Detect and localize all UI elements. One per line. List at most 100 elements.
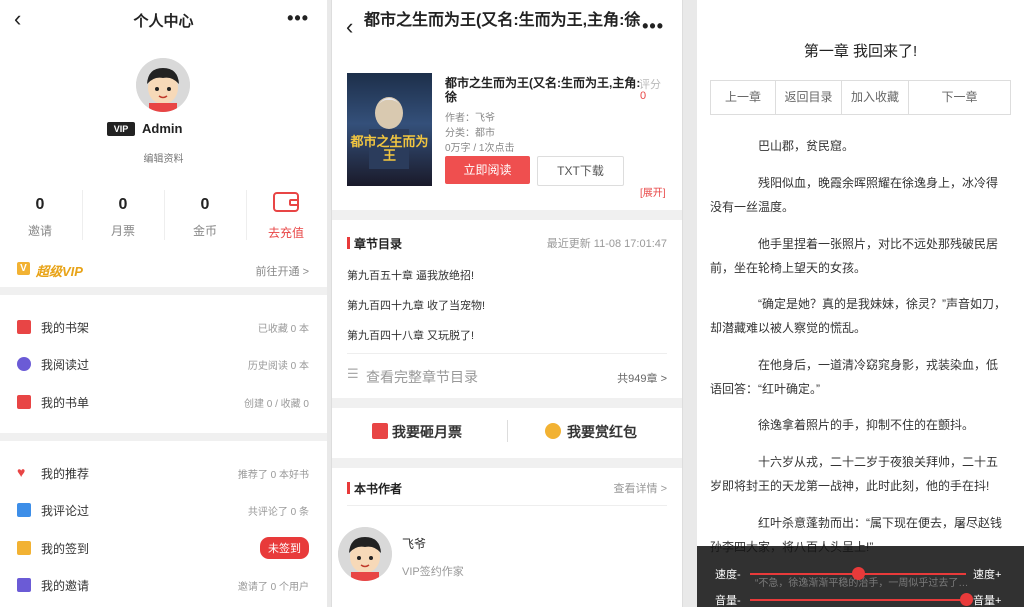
category-line: 分类：都市: [445, 128, 495, 139]
menu-value: 创建 0 / 收藏 0: [243, 399, 309, 410]
expand-link[interactable]: [展开]: [640, 184, 666, 199]
menu-label: 我的书单: [41, 396, 90, 410]
edit-profile-link[interactable]: 编辑资料: [0, 150, 327, 165]
recharge-label: 去充值: [267, 226, 304, 240]
speed-plus-button[interactable]: 速度+: [973, 566, 1001, 582]
divider: [347, 353, 667, 354]
divider: [507, 420, 508, 442]
rating-value: 0: [640, 90, 647, 102]
menu-invites[interactable]: 我的邀请 邀请了 0 个用户: [0, 566, 327, 604]
not-signed-badge[interactable]: 未签到: [260, 537, 309, 559]
menu-value: 历史阅读 0 本: [247, 361, 309, 372]
coin-icon: [545, 423, 561, 439]
back-to-toc-button[interactable]: 返回目录: [775, 80, 842, 115]
invite-count: 0: [35, 196, 45, 213]
chapter-paragraph: “确定是她？真的是我妹妹，徐灵？”声音如刀，却潜藏难以被人察觉的慌乱。: [710, 297, 1006, 335]
chapter-link[interactable]: 第九百四十九章 收了当宠物!: [347, 297, 485, 313]
vip-crown-icon: V: [17, 262, 30, 275]
invite-label: 邀请: [27, 224, 52, 238]
vip-tag: VIP: [107, 122, 135, 136]
book-cover[interactable]: 都市之生而为王: [347, 73, 432, 186]
chapter-link[interactable]: 第九百四十八章 又玩脱了!: [347, 327, 474, 343]
volume-minus-button[interactable]: 音量-: [715, 592, 741, 607]
heart-icon: ♥: [17, 464, 26, 480]
chapter-paragraph: 在他身后，一道清冷窈窕身影，戎装染血，低语回答：“红叶确定。”: [710, 358, 999, 396]
calendar-check-icon: [17, 541, 31, 555]
recharge-button[interactable]: 去充值: [247, 192, 325, 241]
section-marker: [347, 237, 350, 249]
volume-slider-knob[interactable]: [960, 593, 973, 606]
back-icon[interactable]: ‹: [346, 14, 353, 40]
chapter-paragraph: 他手里捏着一张照片，对比不远处那残破民居前，坐在轮椅上望天的女孩。: [710, 237, 999, 275]
gold-label: 金币: [192, 224, 217, 238]
last-updated: 最近更新 11-08 17:01:47: [546, 238, 667, 250]
volume-slider-track[interactable]: [750, 599, 966, 601]
gold-count: 0: [200, 196, 210, 213]
add-favorite-button[interactable]: 加入收藏: [841, 80, 909, 115]
page-title: 个人中心: [133, 13, 194, 30]
menu-signin[interactable]: 我的签到 未签到: [0, 529, 327, 567]
avatar[interactable]: [136, 58, 190, 112]
reward-button[interactable]: 我要赏红包: [567, 422, 637, 442]
chapter-link[interactable]: 第九百五十章 逼我放绝招!: [347, 267, 474, 283]
book-detail-panel: ‹ 都市之生而为王(又名:生而为王,主角:徐 ••• 都市之生而为王 都市之生而…: [331, 0, 683, 607]
menu-label: 我的签到: [41, 542, 90, 556]
clock-icon: [17, 357, 31, 371]
chapter-paragraph: 十六岁从戎，二十二岁于夜狼关拜帅，二十五岁即将封王的天龙第一战神，此时此刻，他的…: [710, 455, 999, 493]
author-details-link[interactable]: 查看详情 >: [614, 480, 667, 496]
stat-monthly-ticket[interactable]: 0 月票: [83, 196, 163, 239]
chapter-paragraph: 残阳似血，晚霞余晖照耀在徐逸身上，冰冷得没有一丝温度。: [710, 176, 999, 214]
stat-invite[interactable]: 0 邀请: [0, 196, 80, 239]
stat-gold[interactable]: 0 金币: [165, 196, 245, 239]
menu-label: 我评论过: [41, 504, 90, 518]
comment-icon: [17, 503, 31, 517]
read-now-button[interactable]: 立即阅读: [445, 156, 530, 184]
list-icon: ☰: [347, 366, 359, 381]
super-vip-label: 超级VIP: [36, 264, 83, 279]
speed-slider-knob[interactable]: [852, 567, 865, 580]
section-marker: [347, 482, 350, 494]
reader-panel: 第一章 我回来了! 上一章 返回目录 加入收藏 下一章 巴山郡，贫民窟。 残阳似…: [697, 0, 1024, 607]
tts-control-bar: “不急，徐逸渐渐平稳的治手，一周似乎过去了… 速度- 速度+ 音量- 音量+: [697, 546, 1024, 607]
chapter-count[interactable]: 共949章 >: [617, 370, 667, 386]
cover-title: 都市之生而为王: [350, 134, 429, 163]
full-toc-link[interactable]: 查看完整章节目录: [366, 367, 478, 387]
author-avatar[interactable]: [338, 527, 392, 581]
menu-label: 我阅读过: [41, 358, 90, 372]
vote-ticket-button[interactable]: 我要砸月票: [392, 422, 462, 442]
menu-history[interactable]: 我阅读过 历史阅读 0 本: [0, 345, 327, 383]
author-name[interactable]: 飞爷: [402, 535, 426, 552]
more-icon[interactable]: •••: [287, 8, 309, 29]
menu-value: 已收藏 0 本: [257, 324, 309, 335]
author-section-title: 本书作者: [354, 482, 403, 496]
ticket-label: 月票: [110, 224, 135, 238]
book-header-title: 都市之生而为王(又名:生而为王,主角:徐: [364, 12, 641, 29]
more-icon[interactable]: •••: [642, 16, 664, 37]
prev-chapter-button[interactable]: 上一章: [710, 80, 776, 115]
volume-plus-button[interactable]: 音量+: [973, 592, 1001, 607]
author-line: 作者：飞爷: [445, 113, 495, 124]
next-chapter-button[interactable]: 下一章: [908, 80, 1011, 115]
menu-bookshelf[interactable]: 我的书架 已收藏 0 本: [0, 308, 327, 346]
personal-center-panel: ‹ 个人中心 ••• VIP Admin 编辑资料 0 邀请 0 月票 0 金币…: [0, 0, 327, 607]
chapter-title: 第一章 我回来了!: [803, 43, 918, 60]
ticket-icon: [372, 423, 388, 439]
section-gap: [332, 210, 682, 220]
menu-value: 推荐了 0 本好书: [237, 470, 309, 481]
bookmark-icon: [17, 395, 31, 409]
txt-download-button[interactable]: TXT下载: [537, 156, 624, 186]
menu-booklist[interactable]: 我的书单 创建 0 / 收藏 0: [0, 383, 327, 421]
book-title: 都市之生而为王(又名:生而为王,主角:徐: [445, 76, 641, 104]
menu-recommend[interactable]: ♥ 我的推荐 推荐了 0 本好书: [0, 454, 327, 492]
speed-minus-button[interactable]: 速度-: [715, 566, 741, 582]
stats-line: 0万字 / 1次点击: [445, 143, 515, 154]
open-vip-link[interactable]: 前往开通 >: [256, 263, 309, 279]
wallet-icon: [273, 192, 299, 212]
chapter-paragraph: 徐逸拿着照片的手，抑制不住的在颤抖。: [758, 418, 975, 432]
invite-icon: [17, 578, 31, 592]
menu-comments[interactable]: 我评论过 共评论了 0 条: [0, 491, 327, 529]
ticket-count: 0: [118, 196, 128, 213]
menu-label: 我的邀请: [41, 579, 90, 593]
section-gap: [0, 433, 327, 441]
bookshelf-icon: [17, 320, 31, 334]
